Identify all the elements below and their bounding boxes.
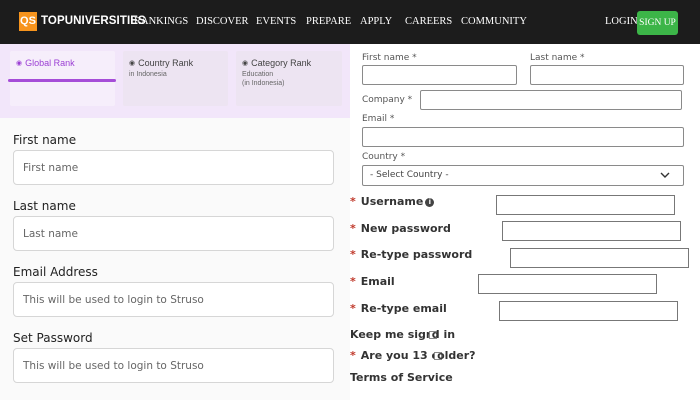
tab-subtitle: in Indonesia [129,71,167,78]
tab-category-rank[interactable]: ◉ Category Rank Education (in Indonesia) [236,51,342,106]
first-name-label: First name [13,133,77,147]
retype-email-label: * Re-type email [350,302,447,315]
required-asterisk: * [350,222,356,235]
active-tab-indicator [8,79,116,82]
age-confirm-label: * Are you 13 oolder? [350,349,476,362]
qs-logo-icon[interactable]: QS [19,12,37,31]
email-label: Email * [362,114,395,124]
nav-item-prepare[interactable]: PREPARE [306,16,351,27]
tab-title: Category Rank [251,58,312,68]
company-input[interactable] [420,90,682,110]
retype-email-text: Re-type email [360,302,447,315]
keep-signed-in-label: Keep me signd in [350,328,455,341]
country-select[interactable]: - Select Country - [362,165,684,186]
new-password-input[interactable] [502,221,681,241]
retype-password-text: Re-type password [360,248,473,261]
required-asterisk: * [350,248,356,261]
tab-subtitle: Education (in Indonesia) [242,71,285,87]
nav-item-community[interactable]: COMMUNITY [461,16,527,27]
terms-of-service-link[interactable]: Terms of Service [350,371,453,384]
last-name-label: Last name [13,199,76,213]
required-asterisk: * [350,275,356,288]
nav-item-events[interactable]: EVENTS [256,16,296,27]
info-icon[interactable]: i [425,198,435,207]
keep-signed-in-text-b: d in [431,328,456,341]
email-input[interactable] [478,274,657,294]
company-label: Company * [362,95,413,105]
tab-title: Country Rank [138,58,194,68]
username-label: * Username i [350,195,435,208]
new-password-label: * New password [350,222,451,235]
tab-country-rank[interactable]: ◉ Country Rank in Indonesia [123,51,228,106]
country-label: Country * [362,152,406,162]
site-logo-text[interactable]: TOPUNIVERSITIES [41,15,146,27]
globe-icon: ◉ [129,60,136,67]
required-asterisk: * [350,349,356,362]
new-password-text: New password [360,222,451,235]
nav-item-rankings[interactable]: RANKINGS [134,16,188,27]
nav-item-apply[interactable]: APPLY [360,16,392,27]
keep-signed-in-text-a: Keep me sign [350,328,434,341]
globe-icon: ◉ [16,60,23,67]
email-label: * Email [350,275,395,288]
country-select-value: - Select Country - [370,170,449,180]
signup-button[interactable]: SIGN UP [637,11,678,35]
nav-item-careers[interactable]: CAREERS [405,16,452,27]
tab-title: Global Rank [25,58,75,68]
first-name-input[interactable] [13,150,334,185]
set-password-label: Set Password [13,331,93,345]
first-name-label: First name * [362,53,417,63]
login-link[interactable]: LOGIN [605,16,638,27]
username-input[interactable] [496,195,675,215]
globe-icon: ◉ [242,60,249,67]
set-password-input[interactable] [13,348,334,383]
first-name-input[interactable] [362,65,517,85]
email-text: Email [360,275,395,288]
age-confirm-text-a: Are you 13 o [360,349,440,362]
nav-item-discover[interactable]: DISCOVER [196,16,249,27]
retype-password-label: * Re-type password [350,248,472,261]
username-text: Username [360,195,424,208]
retype-password-input[interactable] [510,248,689,268]
last-name-input[interactable] [530,65,684,85]
last-name-input[interactable] [13,216,334,251]
age-confirm-text-b: older? [437,349,476,362]
email-address-label: Email Address [13,265,98,279]
email-input[interactable] [362,127,684,147]
required-asterisk: * [350,302,356,315]
required-asterisk: * [350,195,356,208]
chevron-down-icon [660,172,670,178]
top-navigation-bar: QS TOPUNIVERSITIES RANKINGS DISCOVER EVE… [0,0,700,44]
retype-email-input[interactable] [499,301,678,321]
last-name-label: Last name * [530,53,585,63]
email-address-input[interactable] [13,282,334,317]
